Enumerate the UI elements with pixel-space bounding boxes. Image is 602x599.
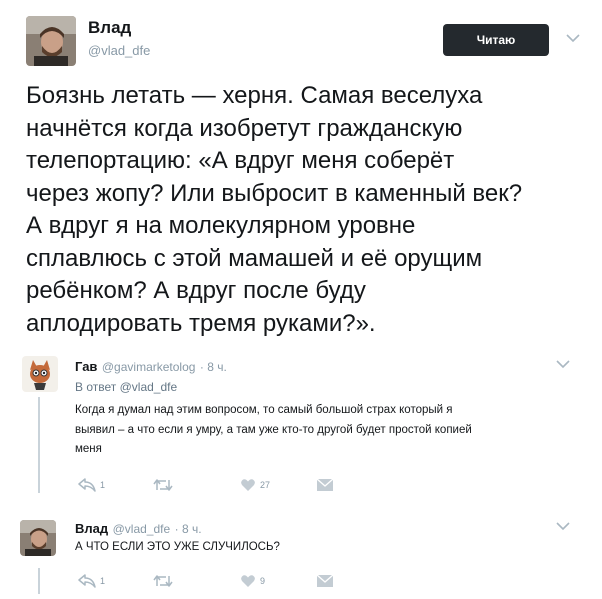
reply-text: А ЧТО ЕСЛИ ЭТО УЖЕ СЛУЧИЛОСЬ? <box>75 541 280 553</box>
reply-count: 1 <box>100 480 106 490</box>
reply-action[interactable]: 1 <box>78 574 105 588</box>
retweet-action[interactable] <box>153 478 177 492</box>
retweet-icon <box>153 574 173 588</box>
like-count: 27 <box>260 480 271 490</box>
following-button[interactable]: Читаю <box>443 24 549 56</box>
author-avatar[interactable] <box>26 16 76 66</box>
reply-to-label[interactable]: В ответ @vlad_dfe <box>75 380 177 394</box>
reply-text-line: меня <box>75 443 102 455</box>
reply-time[interactable]: · 8 ч. <box>175 522 202 536</box>
tweet-text: Боязнь летать — херня. Самая веселуха на… <box>26 80 592 340</box>
tweet-text-line: телепортацию: «А вдруг меня соберёт <box>26 147 455 174</box>
reply-count: 1 <box>100 576 106 586</box>
tweet-text-line: А вдруг я на молекулярном уровне <box>26 212 416 239</box>
retweet-action[interactable] <box>153 574 177 588</box>
tweet-text-line: через жопу? Или выбросит в каменный век? <box>26 179 523 207</box>
reply-avatar[interactable] <box>22 356 58 392</box>
reply-text: Когда я думал над этим вопросом, то самы… <box>75 401 565 460</box>
like-action[interactable]: 9 <box>240 574 265 588</box>
reply-icon <box>78 574 96 588</box>
reply-author-name[interactable]: Влад <box>75 521 108 536</box>
reply-icon <box>78 478 96 492</box>
tweet-text-line: ребёнком? А вдруг после буду <box>26 277 366 304</box>
like-count: 9 <box>260 576 266 586</box>
dm-icon <box>316 574 334 588</box>
reply-text-line: выявил – а что если я умру, а там уже кт… <box>75 423 472 436</box>
reply-avatar[interactable] <box>20 520 56 556</box>
tweet-text-line: начнётся когда изобретут гражданскую <box>26 114 463 142</box>
tweet-text-line: Боязнь летать — херня. Самая веселуха <box>26 82 483 109</box>
chevron-down-icon[interactable] <box>566 30 580 46</box>
reply-text-line: Когда я думал над этим вопросом, то самы… <box>75 404 453 416</box>
tweet-text-line: аплодировать тремя руками?». <box>26 309 376 337</box>
reply-author-handle[interactable]: @gavimarketolog <box>102 360 196 374</box>
tweet-text-line: сплавлюсь с этой мамашей и её орущим <box>26 244 483 272</box>
like-icon <box>240 478 256 492</box>
like-action[interactable]: 27 <box>240 478 270 492</box>
author-handle[interactable]: @vlad_dfe <box>88 43 150 58</box>
dm-action[interactable] <box>316 478 334 492</box>
reply-author-name[interactable]: Гав <box>75 359 97 374</box>
reply-header: Влад @vlad_dfe · 8 ч. <box>75 520 202 538</box>
dm-action[interactable] <box>316 574 334 588</box>
reply-action[interactable]: 1 <box>78 478 105 492</box>
reply-author-handle[interactable]: @vlad_dfe <box>113 522 171 536</box>
like-icon <box>240 574 256 588</box>
retweet-icon <box>153 478 173 492</box>
reply-time[interactable]: · 8 ч. <box>200 360 227 374</box>
chevron-down-icon[interactable] <box>556 356 570 372</box>
reply-header: Гав @gavimarketolog · 8 ч. <box>75 358 227 376</box>
chevron-down-icon[interactable] <box>556 518 570 534</box>
thread-line <box>38 397 40 493</box>
dm-icon <box>316 478 334 492</box>
thread-line <box>38 568 40 594</box>
author-name[interactable]: Влад <box>88 18 131 38</box>
